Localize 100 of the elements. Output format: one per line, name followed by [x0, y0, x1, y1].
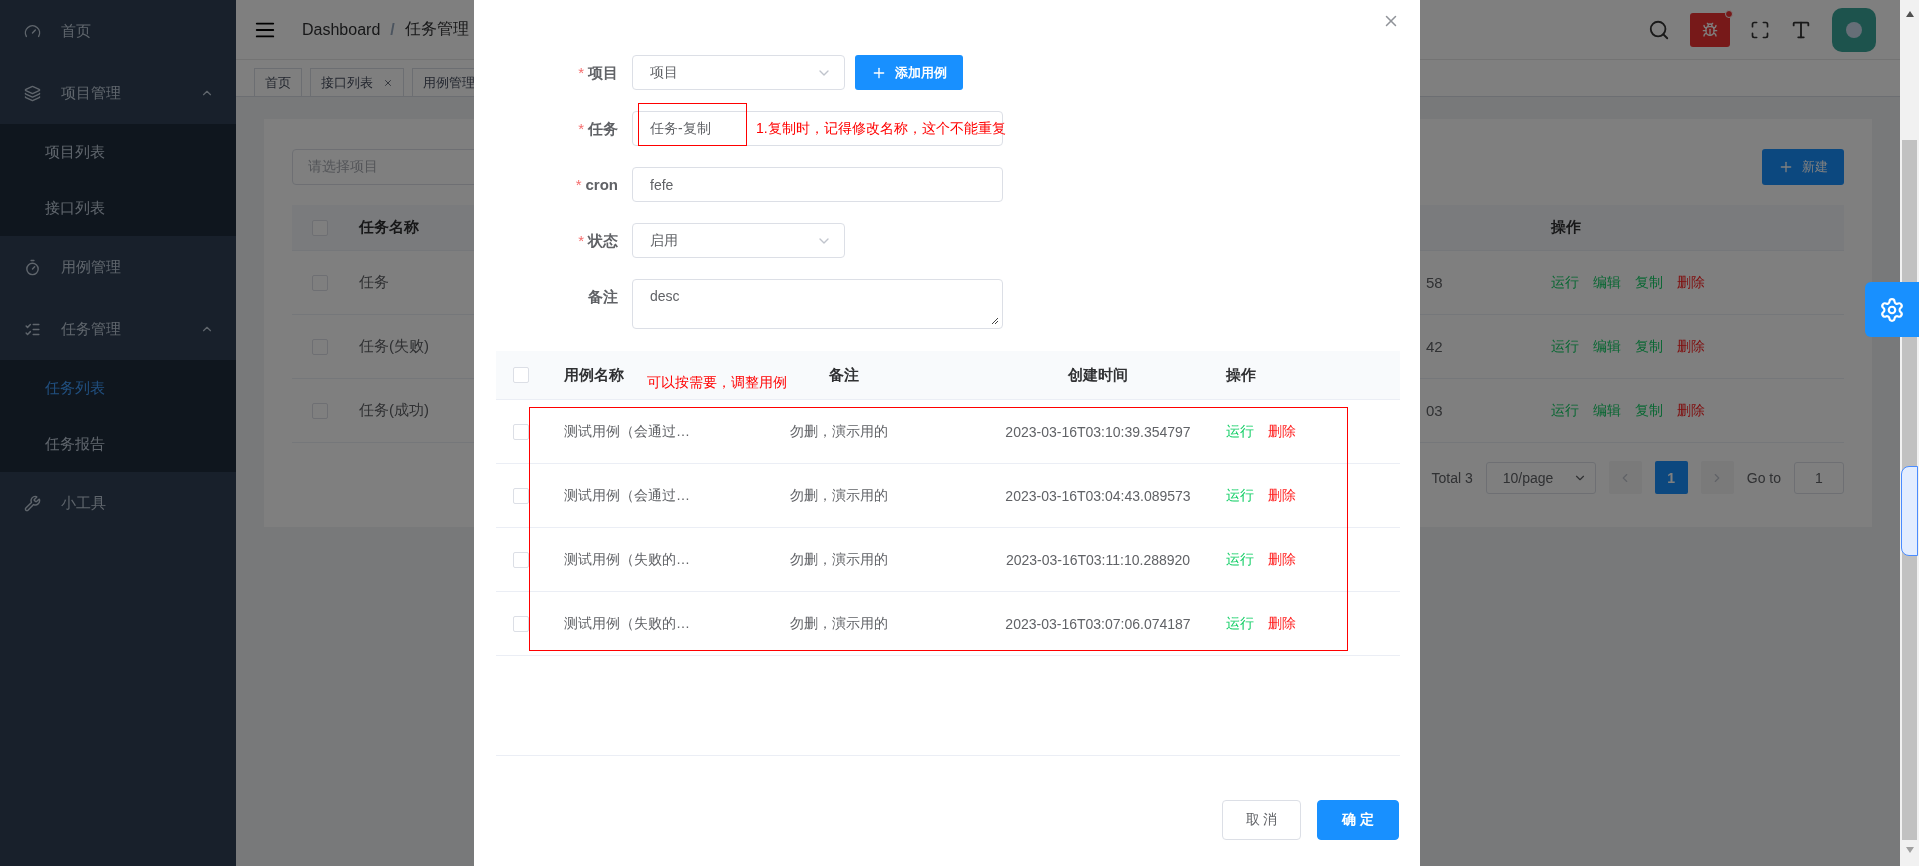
field-label: 备注 [587, 287, 619, 307]
page-input[interactable]: 1 [1794, 461, 1844, 494]
menu-item[interactable]: 用例管理 [0, 236, 236, 298]
input-field[interactable]: 任务-复制 1.复制时，记得修改名称，这个不能重复 [632, 111, 1003, 146]
breadcrumb-item[interactable]: 任务管理 [404, 19, 469, 40]
column-header: 创建时间 [1068, 365, 1128, 385]
submenu-item[interactable]: 接口列表 [0, 180, 236, 236]
bug-icon [1702, 21, 1718, 38]
action-link[interactable]: 运行 [1226, 550, 1254, 569]
layers-icon [24, 84, 41, 102]
table-cell: 测试用例（失败的… [564, 550, 690, 569]
table-cell: 勿删，演示用的 [790, 422, 888, 441]
column-header: 任务名称 [359, 218, 419, 237]
column-header: 操作 [1226, 365, 1256, 385]
breadcrumb-separator: / [390, 20, 395, 39]
table-cell: 任务(成功) [359, 401, 429, 420]
scroll-down-icon[interactable] [1904, 846, 1915, 854]
action-link[interactable]: 删除 [1677, 273, 1705, 292]
action-link[interactable]: 删除 [1677, 401, 1705, 420]
table-cell: 2023-03-16T03:04:43.089573 [1005, 487, 1191, 504]
table-cell: 2023-03-16T03:11:10.288920 [1005, 551, 1191, 568]
textarea-field[interactable]: desc [632, 279, 1003, 329]
field-label: * cron [574, 175, 619, 195]
checkbox[interactable] [513, 615, 529, 632]
checkbox[interactable] [513, 487, 529, 504]
field-label: * 任务 [577, 119, 619, 139]
checkbox[interactable] [513, 551, 529, 568]
confirm-button[interactable]: 确 定 [1317, 800, 1399, 840]
submenu-item[interactable]: 任务报告 [0, 416, 236, 472]
table-cell: 2023-03-16T03:07:06.074187 [1005, 615, 1191, 632]
fullscreen-icon[interactable] [1750, 19, 1770, 40]
table-cell: 测试用例（会通过… [564, 422, 690, 441]
total-count: Total 3 [1431, 469, 1473, 486]
action-link[interactable]: 编辑 [1593, 337, 1621, 356]
action-link[interactable]: 运行 [1551, 273, 1579, 292]
menu-item[interactable]: 小工具 [0, 472, 236, 534]
table-cell: 2023-03-16T03:10:39.354797 [1005, 423, 1191, 440]
action-link[interactable]: 运行 [1551, 401, 1579, 420]
table-cell: 42 [1426, 338, 1443, 355]
avatar[interactable] [1832, 7, 1876, 52]
action-link[interactable]: 删除 [1677, 337, 1705, 356]
menu-item[interactable]: 项目管理 [0, 62, 236, 124]
annotation-text: 可以按需要，调整用例 [647, 374, 787, 392]
resize-grip-icon[interactable] [991, 317, 999, 325]
wrench-icon [24, 494, 41, 512]
table-cell: 58 [1426, 274, 1443, 291]
add-case-button[interactable]: 添加用例 [855, 55, 963, 90]
table-cell: 测试用例（会通过… [564, 486, 690, 505]
page-size-select[interactable]: 10/page [1485, 461, 1596, 494]
table-cell: 任务 [359, 273, 389, 292]
table-cell: 勿删，演示用的 [790, 486, 888, 505]
action-link[interactable]: 删除 [1268, 614, 1296, 633]
cancel-button[interactable]: 取 消 [1222, 800, 1301, 840]
select-field[interactable]: 项目 [632, 55, 845, 90]
tab[interactable]: 接口列表 [310, 68, 404, 96]
action-link[interactable]: 删除 [1268, 486, 1296, 505]
select-field[interactable]: 启用 [632, 223, 845, 258]
close-icon[interactable] [383, 77, 393, 88]
input-field[interactable]: fefe [632, 167, 1003, 202]
column-header: 备注 [829, 365, 859, 385]
menu-item[interactable]: 任务管理 [0, 298, 236, 360]
action-link[interactable]: 运行 [1551, 337, 1579, 356]
search-icon[interactable] [1648, 18, 1670, 41]
table-cell: 勿删，演示用的 [790, 550, 888, 569]
scroll-up-icon[interactable] [1904, 10, 1915, 18]
action-link[interactable]: 复制 [1635, 337, 1663, 356]
scroll-handle[interactable] [1901, 466, 1918, 556]
action-link[interactable]: 运行 [1226, 486, 1254, 505]
submenu-item[interactable]: 项目列表 [0, 124, 236, 180]
action-link[interactable]: 删除 [1268, 550, 1296, 569]
new-button[interactable]: 新建 [1762, 149, 1844, 185]
annotation-text: 1.复制时，记得修改名称，这个不能重复 [756, 120, 1006, 138]
checkbox[interactable] [513, 367, 529, 383]
column-header: 操作 [1551, 218, 1581, 237]
plus-icon [1778, 159, 1794, 175]
tab[interactable]: 首页 [254, 68, 302, 96]
scrollbar[interactable] [1900, 0, 1919, 866]
page-button[interactable]: 1 [1654, 461, 1688, 494]
checkbox[interactable] [513, 423, 529, 440]
breadcrumb-item[interactable]: Dashboard [302, 20, 381, 39]
action-link[interactable]: 复制 [1635, 401, 1663, 420]
menu-item[interactable]: 首页 [0, 0, 236, 62]
action-link[interactable]: 编辑 [1593, 273, 1621, 292]
action-link[interactable]: 运行 [1226, 422, 1254, 441]
action-link[interactable]: 复制 [1635, 273, 1663, 292]
action-link[interactable]: 删除 [1268, 422, 1296, 441]
table-cell: 勿删，演示用的 [790, 614, 888, 633]
action-link[interactable]: 编辑 [1593, 401, 1621, 420]
goto-label: Go to [1746, 469, 1781, 486]
submenu-item[interactable]: 任务列表 [0, 360, 236, 416]
field-label: * 状态 [577, 231, 619, 251]
settings-button[interactable] [1865, 282, 1919, 337]
table-cell: 任务(失败) [359, 337, 429, 356]
table-cell: 03 [1426, 402, 1443, 419]
gauge-icon [24, 22, 41, 40]
field-label: * 项目 [577, 63, 619, 83]
action-link[interactable]: 运行 [1226, 614, 1254, 633]
notification-dot [1725, 9, 1733, 18]
bug-button[interactable] [1690, 12, 1730, 47]
timer-icon [24, 258, 41, 276]
